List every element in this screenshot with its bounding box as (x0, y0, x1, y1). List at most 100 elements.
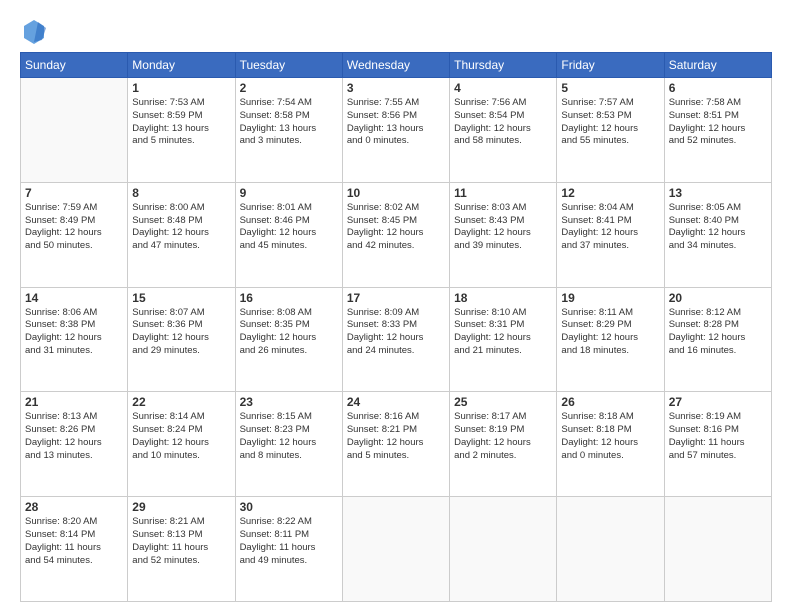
day-cell (450, 497, 557, 602)
day-info: Sunrise: 8:10 AM Sunset: 8:31 PM Dayligh… (454, 307, 552, 358)
page: SundayMondayTuesdayWednesdayThursdayFrid… (0, 0, 792, 612)
day-cell: 8 Sunrise: 8:00 AM Sunset: 8:48 PM Daylig… (128, 182, 235, 287)
day-number: 3 (347, 81, 445, 95)
day-info: Sunrise: 7:53 AM Sunset: 8:59 PM Dayligh… (132, 97, 230, 148)
day-info: Sunrise: 8:18 AM Sunset: 8:18 PM Dayligh… (561, 411, 659, 462)
day-cell: 11Sunrise: 8:03 AM Sunset: 8:43 PM Dayli… (450, 182, 557, 287)
weekday-header-tuesday: Tuesday (235, 53, 342, 78)
day-info: Sunrise: 8:01 AM Sunset: 8:46 PM Dayligh… (240, 202, 338, 253)
day-info: Sunrise: 7:56 AM Sunset: 8:54 PM Dayligh… (454, 97, 552, 148)
day-info: Sunrise: 8:16 AM Sunset: 8:21 PM Dayligh… (347, 411, 445, 462)
day-info: Sunrise: 8:09 AM Sunset: 8:33 PM Dayligh… (347, 307, 445, 358)
day-cell: 12 Sunrise: 8:04 AM Sunset: 8:41 PM Dayli… (557, 182, 664, 287)
day-cell: 16Sunrise: 8:08 AM Sunset: 8:35 PM Dayli… (235, 287, 342, 392)
day-number: 1 (132, 81, 230, 95)
weekday-header-friday: Friday (557, 53, 664, 78)
header (20, 16, 772, 44)
day-cell: 29 Sunrise: 8:21 AM Sunset: 8:13 PM Dayli… (128, 497, 235, 602)
day-cell: 15 Sunrise: 8:07 AM Sunset: 8:36 PM Dayli… (128, 287, 235, 392)
day-info: Sunrise: 8:15 AM Sunset: 8:23 PM Dayligh… (240, 411, 338, 462)
day-number: 23 (240, 395, 338, 409)
day-number: 22 (132, 395, 230, 409)
day-cell: 21 Sunrise: 8:13 AM Sunset: 8:26 PM Dayli… (21, 392, 128, 497)
day-cell: 22Sunrise: 8:14 AM Sunset: 8:24 PM Dayli… (128, 392, 235, 497)
day-number: 5 (561, 81, 659, 95)
day-info: Sunrise: 8:20 AM Sunset: 8:14 PM Dayligh… (25, 516, 123, 567)
day-cell: 23 Sunrise: 8:15 AM Sunset: 8:23 PM Dayli… (235, 392, 342, 497)
weekday-header-thursday: Thursday (450, 53, 557, 78)
day-number: 17 (347, 291, 445, 305)
day-number: 2 (240, 81, 338, 95)
day-cell: 3 Sunrise: 7:55 AM Sunset: 8:56 PM Daylig… (342, 78, 449, 183)
day-info: Sunrise: 7:58 AM Sunset: 8:51 PM Dayligh… (669, 97, 767, 148)
day-info: Sunrise: 8:19 AM Sunset: 8:16 PM Dayligh… (669, 411, 767, 462)
day-number: 6 (669, 81, 767, 95)
day-info: Sunrise: 7:54 AM Sunset: 8:58 PM Dayligh… (240, 97, 338, 148)
day-cell: 18 Sunrise: 8:10 AM Sunset: 8:31 PM Dayli… (450, 287, 557, 392)
day-cell: 20 Sunrise: 8:12 AM Sunset: 8:28 PM Dayli… (664, 287, 771, 392)
day-number: 21 (25, 395, 123, 409)
week-row-4: 21 Sunrise: 8:13 AM Sunset: 8:26 PM Dayli… (21, 392, 772, 497)
week-row-1: 1 Sunrise: 7:53 AM Sunset: 8:59 PM Daylig… (21, 78, 772, 183)
weekday-header-saturday: Saturday (664, 53, 771, 78)
day-info: Sunrise: 8:07 AM Sunset: 8:36 PM Dayligh… (132, 307, 230, 358)
day-number: 26 (561, 395, 659, 409)
day-cell (342, 497, 449, 602)
day-cell (557, 497, 664, 602)
day-number: 10 (347, 186, 445, 200)
day-cell: 1 Sunrise: 7:53 AM Sunset: 8:59 PM Daylig… (128, 78, 235, 183)
day-number: 20 (669, 291, 767, 305)
day-cell: 17 Sunrise: 8:09 AM Sunset: 8:33 PM Dayli… (342, 287, 449, 392)
day-number: 13 (669, 186, 767, 200)
day-info: Sunrise: 8:04 AM Sunset: 8:41 PM Dayligh… (561, 202, 659, 253)
day-number: 19 (561, 291, 659, 305)
day-info: Sunrise: 7:57 AM Sunset: 8:53 PM Dayligh… (561, 97, 659, 148)
day-number: 8 (132, 186, 230, 200)
day-number: 25 (454, 395, 552, 409)
day-cell: 30 Sunrise: 8:22 AM Sunset: 8:11 PM Dayli… (235, 497, 342, 602)
day-cell: 13Sunrise: 8:05 AM Sunset: 8:40 PM Dayli… (664, 182, 771, 287)
day-info: Sunrise: 8:17 AM Sunset: 8:19 PM Dayligh… (454, 411, 552, 462)
day-cell: 14 Sunrise: 8:06 AM Sunset: 8:38 PM Dayli… (21, 287, 128, 392)
day-cell: 24 Sunrise: 8:16 AM Sunset: 8:21 PM Dayli… (342, 392, 449, 497)
day-cell: 4Sunrise: 7:56 AM Sunset: 8:54 PM Daylig… (450, 78, 557, 183)
day-info: Sunrise: 8:12 AM Sunset: 8:28 PM Dayligh… (669, 307, 767, 358)
day-cell: 5 Sunrise: 7:57 AM Sunset: 8:53 PM Daylig… (557, 78, 664, 183)
day-number: 27 (669, 395, 767, 409)
day-number: 9 (240, 186, 338, 200)
week-row-3: 14 Sunrise: 8:06 AM Sunset: 8:38 PM Dayli… (21, 287, 772, 392)
day-info: Sunrise: 7:59 AM Sunset: 8:49 PM Dayligh… (25, 202, 123, 253)
day-cell: 25 Sunrise: 8:17 AM Sunset: 8:19 PM Dayli… (450, 392, 557, 497)
day-cell: 6 Sunrise: 7:58 AM Sunset: 8:51 PM Daylig… (664, 78, 771, 183)
day-info: Sunrise: 8:21 AM Sunset: 8:13 PM Dayligh… (132, 516, 230, 567)
day-cell: 10 Sunrise: 8:02 AM Sunset: 8:45 PM Dayli… (342, 182, 449, 287)
day-number: 30 (240, 500, 338, 514)
day-cell (21, 78, 128, 183)
day-info: Sunrise: 8:02 AM Sunset: 8:45 PM Dayligh… (347, 202, 445, 253)
day-info: Sunrise: 7:55 AM Sunset: 8:56 PM Dayligh… (347, 97, 445, 148)
day-number: 29 (132, 500, 230, 514)
day-number: 15 (132, 291, 230, 305)
day-info: Sunrise: 8:00 AM Sunset: 8:48 PM Dayligh… (132, 202, 230, 253)
week-row-5: 28 Sunrise: 8:20 AM Sunset: 8:14 PM Dayli… (21, 497, 772, 602)
day-number: 18 (454, 291, 552, 305)
day-info: Sunrise: 8:06 AM Sunset: 8:38 PM Dayligh… (25, 307, 123, 358)
day-number: 7 (25, 186, 123, 200)
day-cell: 28 Sunrise: 8:20 AM Sunset: 8:14 PM Dayli… (21, 497, 128, 602)
weekday-header-wednesday: Wednesday (342, 53, 449, 78)
calendar-table: SundayMondayTuesdayWednesdayThursdayFrid… (20, 52, 772, 602)
day-info: Sunrise: 8:08 AM Sunset: 8:35 PM Dayligh… (240, 307, 338, 358)
day-number: 24 (347, 395, 445, 409)
day-info: Sunrise: 8:22 AM Sunset: 8:11 PM Dayligh… (240, 516, 338, 567)
day-number: 28 (25, 500, 123, 514)
weekday-header-row: SundayMondayTuesdayWednesdayThursdayFrid… (21, 53, 772, 78)
week-row-2: 7 Sunrise: 7:59 AM Sunset: 8:49 PM Daylig… (21, 182, 772, 287)
day-cell: 27 Sunrise: 8:19 AM Sunset: 8:16 PM Dayli… (664, 392, 771, 497)
day-cell: 26 Sunrise: 8:18 AM Sunset: 8:18 PM Dayli… (557, 392, 664, 497)
day-cell: 7 Sunrise: 7:59 AM Sunset: 8:49 PM Daylig… (21, 182, 128, 287)
day-info: Sunrise: 8:03 AM Sunset: 8:43 PM Dayligh… (454, 202, 552, 253)
day-info: Sunrise: 8:13 AM Sunset: 8:26 PM Dayligh… (25, 411, 123, 462)
day-number: 14 (25, 291, 123, 305)
day-number: 12 (561, 186, 659, 200)
weekday-header-monday: Monday (128, 53, 235, 78)
